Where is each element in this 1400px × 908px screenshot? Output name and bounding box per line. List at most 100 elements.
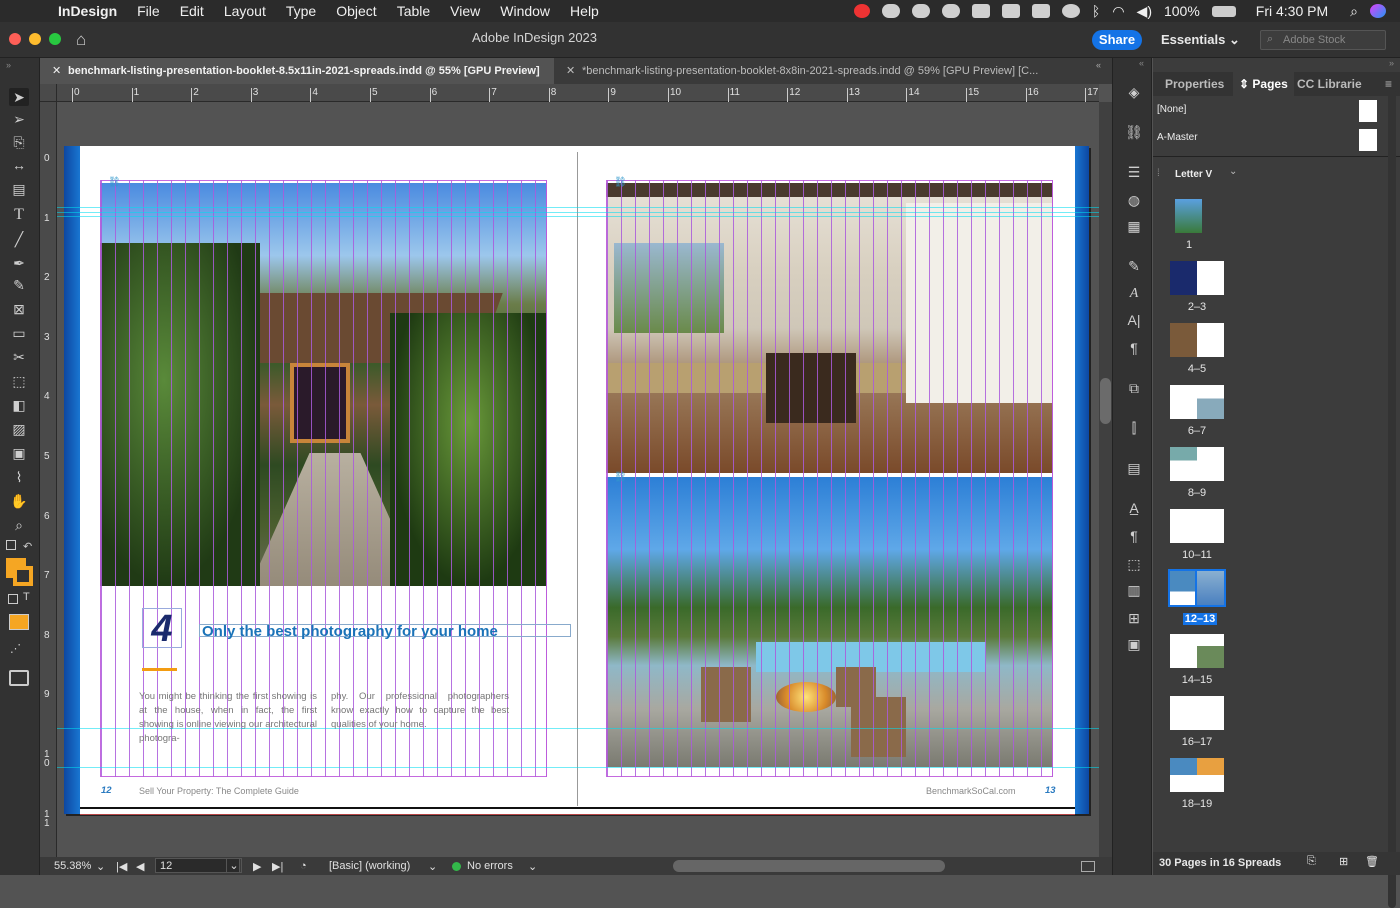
pencil-tool-icon[interactable]: ✎: [9, 276, 29, 294]
swap-colors-icon[interactable]: ↶: [23, 540, 32, 553]
screen-mode-icon[interactable]: [9, 670, 29, 686]
paragraph-icon[interactable]: ¶: [1125, 340, 1143, 356]
object-styles-icon[interactable]: A̲: [1125, 500, 1143, 516]
align-icon[interactable]: ⫿: [1125, 420, 1143, 436]
layers-icon[interactable]: ◈: [1125, 84, 1143, 100]
character-icon[interactable]: A|: [1125, 312, 1143, 328]
cloud-icon[interactable]: [881, 4, 900, 18]
chevron-down-icon[interactable]: ⌄: [528, 860, 537, 873]
photo-kitchen[interactable]: [606, 183, 1053, 473]
vertical-scrollbar[interactable]: [1099, 102, 1112, 859]
horizontal-ruler[interactable]: 0 1 2 3 4 5 6 7 8 9 10 11 12 13 14 15 16 17: [57, 84, 1099, 102]
page-number-right[interactable]: 13: [1045, 785, 1056, 796]
line-tool-icon[interactable]: ╱: [9, 230, 29, 248]
prev-page-icon[interactable]: ◀: [136, 860, 144, 873]
eyedropper-tool-icon[interactable]: ⌇: [9, 468, 29, 486]
character-styles-icon[interactable]: A: [1125, 286, 1143, 302]
collapse-icon[interactable]: «: [1139, 58, 1144, 68]
tab-pages[interactable]: ⇕ Pages: [1233, 72, 1294, 96]
photo-pool[interactable]: [606, 477, 1053, 767]
footer-left[interactable]: Sell Your Property: The Complete Guide: [139, 786, 299, 796]
horizontal-scroll-thumb[interactable]: [673, 860, 945, 872]
battery-icon[interactable]: [1211, 5, 1236, 17]
rectangle-frame-tool-icon[interactable]: ⊠: [9, 300, 29, 318]
footer-right[interactable]: BenchmarkSoCal.com: [926, 786, 1016, 796]
close-tab-icon[interactable]: ✕: [52, 58, 61, 84]
accent-rule[interactable]: [142, 668, 177, 671]
cloud-icon-3[interactable]: [941, 4, 960, 18]
cc-libraries-icon[interactable]: ✎: [1125, 258, 1143, 274]
pen-tool-icon[interactable]: ✒: [9, 254, 29, 272]
panel-scrollbar[interactable]: [1388, 88, 1396, 908]
chevron-down-icon[interactable]: ⌄: [428, 860, 437, 873]
stroke-icon[interactable]: ☰: [1125, 164, 1143, 180]
tab-overflow-icon[interactable]: «: [1096, 60, 1101, 70]
document-tab[interactable]: ✕ *benchmark-listing-presentation-bookle…: [556, 58, 1076, 84]
collapse-icon[interactable]: »: [6, 60, 11, 70]
color-icon[interactable]: ◍: [1125, 192, 1143, 208]
gap-tool-icon[interactable]: ↔: [9, 156, 29, 174]
edit-page-size-icon[interactable]: ⎘: [1307, 855, 1316, 868]
direct-selection-tool-icon[interactable]: ➢: [9, 110, 29, 128]
clock[interactable]: Fri 4:30 PM: [1256, 3, 1328, 19]
text-formatting-icon[interactable]: T: [23, 591, 30, 603]
new-page-icon[interactable]: ⊞: [1339, 855, 1348, 868]
document-tab-active[interactable]: ✕ benchmark-listing-presentation-booklet…: [42, 58, 554, 84]
apply-color-swatch[interactable]: [9, 614, 29, 630]
ruler-guide[interactable]: [57, 216, 1099, 217]
siri-icon[interactable]: [1370, 4, 1386, 18]
vertical-ruler[interactable]: 0 1 2 3 4 5 6 7 8 9 1 0 1 1: [40, 84, 57, 859]
chevron-down-icon[interactable]: ⌄: [96, 860, 105, 873]
master-none[interactable]: [None]: [1157, 104, 1186, 115]
note-tool-icon[interactable]: ▣: [9, 444, 29, 462]
tab-cc-libraries[interactable]: CC Librarie: [1297, 77, 1362, 91]
collapse-icon[interactable]: »: [1389, 58, 1394, 68]
ruler-guide[interactable]: [57, 728, 1099, 729]
next-page-icon[interactable]: ▶: [253, 860, 261, 873]
vertical-scroll-thumb[interactable]: [1100, 378, 1111, 424]
table-icon[interactable]: ▥: [1125, 582, 1143, 598]
type-tool-icon[interactable]: T: [9, 206, 29, 224]
default-colors-icon[interactable]: [6, 540, 16, 550]
scissors-tool-icon[interactable]: ✂: [9, 348, 29, 366]
menu-view[interactable]: View: [450, 3, 480, 19]
search-icon[interactable]: ⌕: [1350, 3, 1358, 20]
headline-text-frame[interactable]: Only the best photography for your home: [199, 624, 571, 639]
bars-icon[interactable]: [1001, 4, 1020, 18]
stroke-swatch[interactable]: [13, 566, 33, 586]
links-icon[interactable]: ⛓: [1125, 124, 1143, 140]
tab-properties[interactable]: Properties: [1165, 77, 1224, 91]
page-number-left[interactable]: 12: [101, 785, 112, 796]
menu-type[interactable]: Type: [286, 3, 316, 19]
volume-icon[interactable]: ◀): [1137, 3, 1152, 20]
body-text-column-1[interactable]: You might be thinking the first showing …: [139, 690, 317, 746]
gradient-swatch-tool-icon[interactable]: ◧: [9, 396, 29, 414]
ruler-origin[interactable]: [40, 84, 57, 102]
master-a[interactable]: A-Master: [1157, 132, 1198, 143]
zoom-level[interactable]: 55.38%: [54, 860, 91, 872]
master-divider[interactable]: [1153, 156, 1400, 157]
menu-edit[interactable]: Edit: [180, 3, 204, 19]
master-a-thumb[interactable]: [1359, 129, 1377, 151]
link-icon[interactable]: ⛓: [614, 472, 627, 483]
style-status[interactable]: [Basic] (working): [329, 860, 410, 872]
table-styles-icon[interactable]: ⊞: [1125, 610, 1143, 626]
time-machine-icon[interactable]: [1061, 4, 1080, 18]
ruler-guide[interactable]: [57, 767, 1099, 768]
link-icon[interactable]: ⛓: [108, 177, 121, 188]
close-tab-icon[interactable]: ✕: [566, 58, 575, 84]
menu-window[interactable]: Window: [500, 3, 550, 19]
swatches-icon[interactable]: ▦: [1125, 218, 1143, 234]
effects-icon[interactable]: ⬚: [1125, 556, 1143, 572]
first-page-icon[interactable]: |◀: [116, 860, 127, 873]
menu-table[interactable]: Table: [397, 3, 430, 19]
split-window-icon[interactable]: [1081, 861, 1095, 872]
page-menu-icon[interactable]: ⌄: [226, 858, 242, 873]
menu-help[interactable]: Help: [570, 3, 599, 19]
last-page-icon[interactable]: ▶|: [272, 860, 283, 873]
paragraph-styles-icon[interactable]: ¶: [1125, 528, 1143, 544]
content-collector-icon[interactable]: ▤: [9, 180, 29, 198]
apply-none-icon[interactable]: ⋰: [10, 642, 21, 655]
rectangle-tool-icon[interactable]: ▭: [9, 324, 29, 342]
link-icon[interactable]: ⛓: [614, 177, 627, 188]
